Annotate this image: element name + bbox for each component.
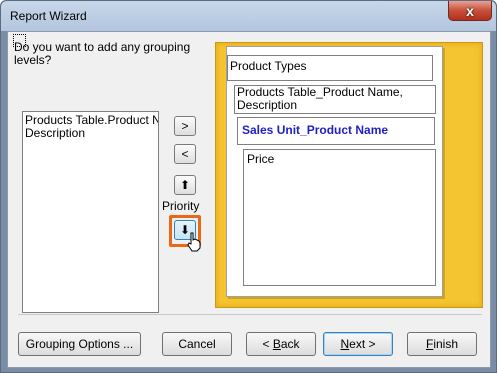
preview-level-2: Products Table_Product Name, Description (234, 85, 436, 114)
available-fields-list[interactable]: Products Table.Product Nar Description (22, 111, 159, 313)
next-label: Next > (340, 337, 376, 351)
close-icon: x (466, 2, 474, 19)
report-wizard-window: Report Wizard x Do you want to add any g… (0, 0, 497, 373)
close-button[interactable]: x (448, 1, 492, 21)
preview-detail: Price (243, 149, 436, 286)
preview-page: Product Types Products Table_Product Nam… (226, 46, 443, 297)
grouping-question: Do you want to add any grouping levels? (14, 40, 191, 67)
cancel-button[interactable]: Cancel (162, 332, 232, 356)
arrow-up-icon: ⬆ (179, 178, 191, 192)
wizard-body: Do you want to add any grouping levels? … (7, 31, 491, 368)
back-button[interactable]: < Back (246, 332, 316, 356)
preview-level-2-line2: Description (237, 98, 298, 112)
add-grouping-button[interactable]: > (174, 116, 196, 136)
window-title: Report Wizard (10, 9, 87, 23)
finish-label: Finish (425, 337, 459, 351)
footer-divider (18, 314, 482, 315)
grouping-preview: Product Types Products Table_Product Nam… (215, 42, 483, 308)
finish-button[interactable]: Finish (407, 332, 477, 356)
list-item[interactable]: Description (23, 127, 158, 140)
preview-level-1: Product Types (227, 55, 433, 81)
priority-up-button[interactable]: ⬆ (174, 175, 196, 195)
title-bar[interactable]: Report Wizard x (1, 1, 496, 31)
grouping-options-label: Grouping Options ... (25, 337, 134, 351)
grouping-options-button[interactable]: Grouping Options ... (18, 332, 141, 356)
remove-grouping-button[interactable]: < (174, 144, 196, 164)
cancel-label: Cancel (178, 337, 216, 351)
preview-level-3: Sales Unit_Product Name (237, 117, 435, 145)
hand-cursor-icon (187, 232, 201, 252)
priority-label: Priority (162, 199, 200, 213)
add-grouping-label: > (181, 119, 189, 133)
back-label: < Back (262, 337, 300, 351)
next-button[interactable]: Next > (323, 332, 393, 356)
remove-grouping-label: < (181, 147, 189, 161)
